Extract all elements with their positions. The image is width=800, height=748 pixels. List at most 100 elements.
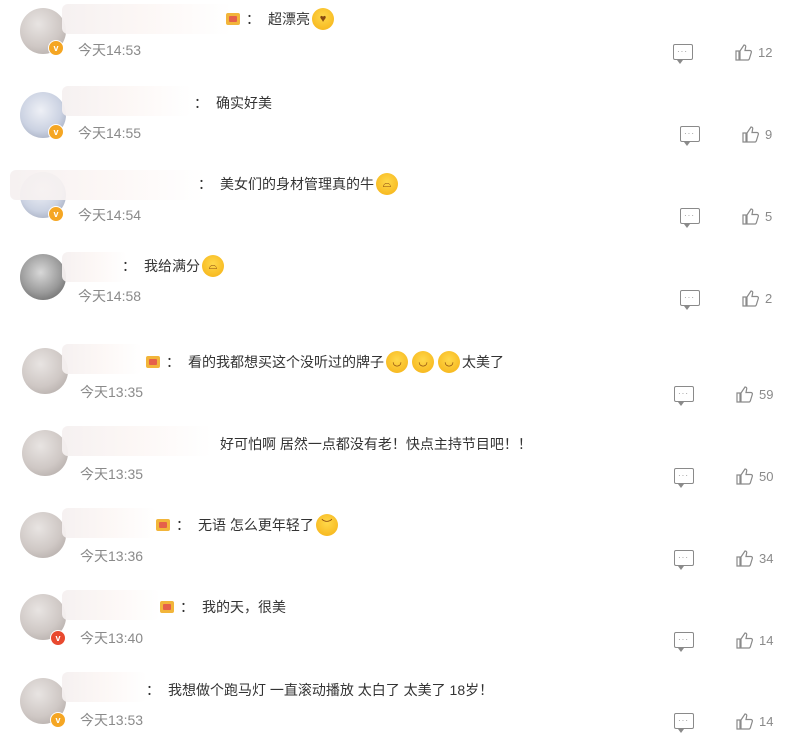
verified-badge-icon: v	[48, 206, 64, 222]
thumbs-up-icon	[736, 632, 753, 649]
comment-item: v ： 我想做个跑马灯 一直滚动播放 太白了 太美了 18岁！ 今天13:53 …	[0, 666, 800, 748]
like-count: 2	[765, 291, 773, 306]
comment-item: 好可怕啊 居然一点都没有老！快点主持节目吧！！ 今天13:35 ··· 50	[0, 420, 800, 502]
fan-crown-icon	[226, 13, 240, 25]
comment-text: 确实好美	[216, 95, 272, 111]
comment-item: v ： 确实好美 今天14:55 ··· 9	[0, 82, 800, 164]
comment-text-row: 好可怕啊 居然一点都没有老！快点主持节目吧！！	[220, 433, 532, 455]
comment-item: ： 看的我都想买这个没听过的牌子 ◡ ◡ ◡ 太美了 今天13:35 ··· 5…	[0, 338, 800, 420]
comment-text: 好可怕啊 居然一点都没有老！快点主持节目吧！！	[220, 436, 532, 452]
username-blurred[interactable]	[10, 170, 205, 200]
comment-text: 超漂亮	[268, 11, 310, 27]
comment-text-row: ： 美女们的身材管理真的牛 ⌓	[198, 173, 400, 195]
comment-item: v ： 美女们的身材管理真的牛 ⌓ 今天14:54 ··· 5	[0, 164, 800, 246]
heart-eyes-emoji: ♥	[312, 8, 334, 30]
thumbs-up-icon	[736, 386, 753, 403]
comment-time: 今天14:54	[78, 207, 142, 223]
comment-text-row: ： 确实好美	[194, 92, 272, 114]
comment-text: 无语 怎么更年轻了	[198, 517, 314, 533]
comment-time: 今天13:40	[80, 630, 144, 646]
comment-time: 今天13:53	[80, 712, 144, 728]
username-blurred[interactable]	[62, 590, 160, 620]
comment-text: 看的我都想买这个没听过的牌子	[188, 354, 384, 370]
like-count: 34	[759, 551, 774, 566]
thumbs-up-icon	[742, 126, 759, 143]
avatar[interactable]	[20, 254, 66, 300]
username-blurred[interactable]	[62, 344, 142, 374]
comment-text-row: ： 我给满分 ⌓	[122, 255, 226, 277]
like-button[interactable]: 2	[742, 290, 772, 307]
sweat-emoji: ︶	[315, 514, 338, 536]
like-button[interactable]: 50	[736, 468, 773, 485]
fan-crown-icon	[146, 356, 160, 368]
thumbs-up-icon	[742, 290, 759, 307]
like-button[interactable]: 5	[742, 208, 772, 225]
comment-icon[interactable]: ···	[674, 632, 694, 652]
comment-time: 今天14:55	[78, 125, 142, 141]
laughing-emoji: ◡	[386, 351, 408, 373]
comment-text-row: ： 无语 怎么更年轻了 ︶	[156, 514, 340, 536]
like-button[interactable]: 9	[742, 126, 772, 143]
username-blurred[interactable]	[62, 86, 192, 116]
comment-text-row: ： 我的天，很美	[160, 596, 286, 618]
verified-badge-icon: v	[48, 124, 64, 140]
like-count: 59	[759, 387, 774, 402]
comment-text-tail: 太美了	[462, 354, 504, 370]
thumbs-up-icon	[742, 208, 759, 225]
comment-text: 我想做个跑马灯 一直滚动播放 太白了 太美了 18岁！	[168, 682, 494, 698]
laughing-emoji: ◡	[412, 351, 434, 373]
comment-icon[interactable]: ···	[674, 468, 694, 488]
comment-item: ： 我给满分 ⌓ 今天14:58 ··· 2	[0, 246, 800, 328]
comment-time: 今天14:58	[78, 288, 142, 304]
thumbs-up-icon	[735, 44, 752, 61]
comment-item: v ： 我的天，很美 今天13:40 ··· 14	[0, 584, 800, 666]
like-button[interactable]: 34	[736, 550, 773, 567]
comment-time: 今天13:36	[80, 548, 144, 564]
verified-badge-icon: v	[48, 40, 64, 56]
thumbs-up-icon	[736, 468, 753, 485]
laughing-emoji: ◡	[438, 351, 460, 373]
comment-time: 今天14:53	[78, 42, 142, 58]
comment-text: 我的天，很美	[202, 599, 286, 615]
fan-crown-icon	[160, 601, 174, 613]
like-button[interactable]: 59	[736, 386, 773, 403]
username-blurred[interactable]	[62, 508, 157, 538]
comment-time: 今天13:35	[80, 384, 144, 400]
comment-icon[interactable]: ···	[680, 208, 700, 228]
comment-text: 我给满分	[144, 258, 200, 274]
comment-time: 今天13:35	[80, 466, 144, 482]
comment-icon[interactable]: ···	[673, 44, 693, 64]
comment-icon[interactable]: ···	[674, 550, 694, 570]
like-count: 14	[759, 633, 774, 648]
verified-badge-icon: v	[50, 712, 66, 728]
like-button[interactable]: 12	[735, 44, 772, 61]
like-count: 5	[765, 209, 773, 224]
like-count: 50	[759, 469, 774, 484]
comment-icon[interactable]: ···	[680, 290, 700, 310]
crying-emoji: ⌓	[376, 173, 398, 195]
avatar[interactable]	[20, 512, 66, 558]
comment-text-row: ： 看的我都想买这个没听过的牌子 ◡ ◡ ◡ 太美了	[146, 351, 504, 373]
like-count: 12	[758, 45, 773, 60]
username-blurred[interactable]	[62, 672, 147, 702]
fan-crown-icon	[156, 519, 170, 531]
username-blurred[interactable]	[62, 426, 212, 456]
comment-text-row: ： 我想做个跑马灯 一直滚动播放 太白了 太美了 18岁！	[146, 679, 493, 701]
comment-icon[interactable]: ···	[674, 713, 694, 733]
like-button[interactable]: 14	[736, 632, 773, 649]
thumbs-up-icon	[736, 550, 753, 567]
like-count: 14	[759, 714, 774, 729]
comment-icon[interactable]: ···	[674, 386, 694, 406]
like-count: 9	[765, 127, 773, 142]
username-blurred[interactable]	[62, 252, 127, 282]
comment-item: ： 无语 怎么更年轻了 ︶ 今天13:36 ··· 34	[0, 502, 800, 584]
comment-text-row: ： 超漂亮 ♥	[226, 8, 336, 30]
comment-text: 美女们的身材管理真的牛	[220, 176, 374, 192]
comment-item: v ： 超漂亮 ♥ 今天14:53 ··· 12	[0, 0, 800, 82]
crying-emoji: ⌓	[202, 255, 224, 277]
like-button[interactable]: 14	[736, 713, 773, 730]
comment-icon[interactable]: ···	[680, 126, 700, 146]
username-blurred[interactable]	[62, 4, 232, 34]
thumbs-up-icon	[736, 713, 753, 730]
verified-badge-icon: v	[50, 630, 66, 646]
